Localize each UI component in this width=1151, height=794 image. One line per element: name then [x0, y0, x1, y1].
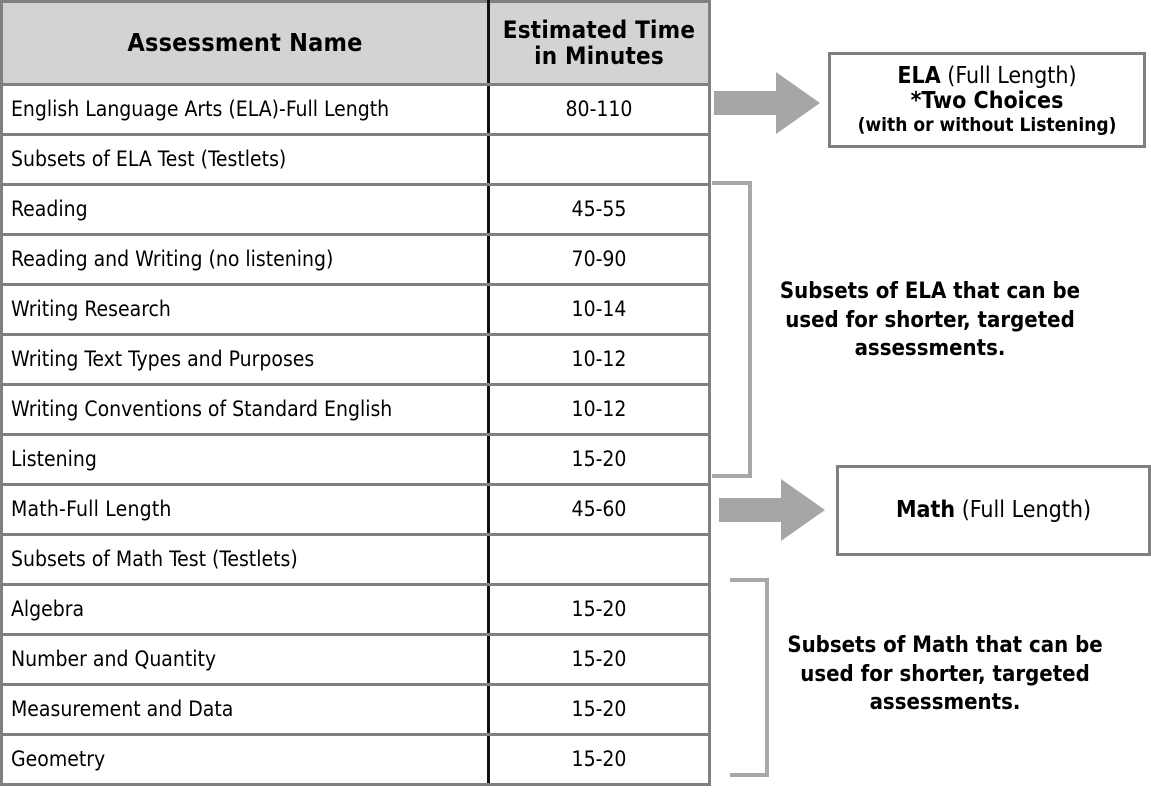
cell-assessment-name: Number and Quantity [0, 633, 490, 686]
assessment-table: Assessment Name Estimated Time in Minute… [0, 0, 711, 786]
cell-estimated-time: 15-20 [488, 683, 711, 736]
column-header-estimated-time-line2: in Minutes [534, 42, 664, 70]
ela-callout-line-1-bold: ELA [897, 62, 941, 89]
cell-assessment-name: Writing Conventions of Standard English [0, 383, 490, 436]
table-row: English Language Arts (ELA)-Full Length 8… [0, 83, 711, 136]
cell-assessment-name: Geometry [0, 733, 490, 786]
cell-estimated-time: 10-14 [488, 283, 711, 336]
cell-estimated-time: 15-20 [488, 583, 711, 636]
math-callout-box: Math (Full Length) [836, 465, 1151, 556]
column-header-estimated-time-line1: Estimated Time [502, 15, 696, 44]
cell-estimated-time: 70-90 [488, 233, 711, 286]
right-arrow-icon-math [719, 479, 825, 541]
math-callout-line-1-rest: (Full Length) [955, 496, 1092, 523]
ela-callout-line-2: *Two Choices [910, 88, 1064, 115]
table-row: Writing Conventions of Standard English 1… [0, 383, 711, 436]
cell-assessment-name: Subsets of ELA Test (Testlets) [0, 133, 490, 186]
cell-assessment-name: Algebra [0, 583, 490, 636]
cell-estimated-time: 10-12 [488, 333, 711, 386]
table-row: Subsets of Math Test (Testlets) [0, 533, 711, 586]
cell-assessment-name: English Language Arts (ELA)-Full Length [0, 83, 490, 136]
cell-estimated-time [488, 133, 711, 186]
table-row: Reading and Writing (no listening) 70-90 [0, 233, 711, 286]
cell-assessment-name: Writing Text Types and Purposes [0, 333, 490, 386]
table-body: English Language Arts (ELA)-Full Length 8… [0, 83, 711, 786]
table-row: Listening 15-20 [0, 433, 711, 486]
math-callout-line-1: Math (Full Length) [895, 496, 1092, 524]
right-arrow-icon-ela [714, 72, 820, 134]
ela-callout-line-3: (with or without Listening) [857, 114, 1117, 137]
table-row: Math-Full Length 45-60 [0, 483, 711, 536]
right-brace-icon-ela-subsets [712, 181, 752, 478]
cell-estimated-time [488, 533, 711, 586]
column-header-assessment-name: Assessment Name [0, 0, 490, 86]
table-row: Subsets of ELA Test (Testlets) [0, 133, 711, 186]
cell-assessment-name: Measurement and Data [0, 683, 490, 736]
ela-callout-box: ELA (Full Length) *Two Choices (with or … [828, 52, 1146, 148]
ela-callout-line-1: ELA (Full Length) [897, 62, 1077, 90]
cell-assessment-name: Listening [0, 433, 490, 486]
table-row: Reading 45-55 [0, 183, 711, 236]
table-row: Writing Research 10-14 [0, 283, 711, 336]
cell-assessment-name: Writing Research [0, 283, 490, 336]
cell-assessment-name: Reading and Writing (no listening) [0, 233, 490, 286]
ela-subsets-note: Subsets of ELA that can be used for shor… [779, 279, 1081, 362]
math-subsets-note: Subsets of Math that can be used for sho… [787, 633, 1103, 716]
column-header-estimated-time: Estimated Time in Minutes [488, 0, 711, 86]
right-brace-icon-math-subsets [730, 578, 769, 777]
cell-estimated-time: 15-20 [488, 733, 711, 786]
cell-estimated-time: 15-20 [488, 633, 711, 686]
table-header-row: Assessment Name Estimated Time in Minute… [0, 0, 711, 86]
table-row: Algebra 15-20 [0, 583, 711, 636]
math-callout-line-1-bold: Math [895, 496, 956, 523]
table-header: Assessment Name Estimated Time in Minute… [0, 0, 711, 86]
table-row: Geometry 15-20 [0, 733, 711, 786]
cell-estimated-time: 10-12 [488, 383, 711, 436]
cell-estimated-time: 15-20 [488, 433, 711, 486]
table-row: Writing Text Types and Purposes 10-12 [0, 333, 711, 386]
cell-assessment-name: Reading [0, 183, 490, 236]
table-row: Number and Quantity 15-20 [0, 633, 711, 686]
table-row: Measurement and Data 15-20 [0, 683, 711, 736]
cell-estimated-time: 80-110 [488, 83, 711, 136]
cell-assessment-name: Math-Full Length [0, 483, 490, 536]
cell-assessment-name: Subsets of Math Test (Testlets) [0, 533, 490, 586]
ela-callout-line-1-rest: (Full Length) [940, 62, 1077, 89]
cell-estimated-time: 45-55 [488, 183, 711, 236]
cell-estimated-time: 45-60 [488, 483, 711, 536]
